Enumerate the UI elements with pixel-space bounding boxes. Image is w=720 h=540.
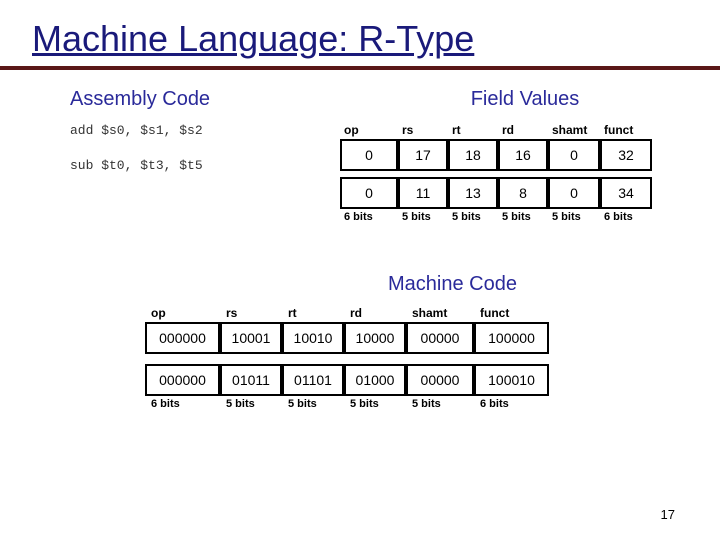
mc-row-2: 000000 01011 01101 01000 00000 100010	[145, 364, 549, 396]
assembly-column: Assembly Code add $s0, $s1, $s2 sub $t0,…	[70, 88, 300, 173]
bits-shamt: 5 bits	[548, 211, 600, 223]
mc-header-rd: rd	[344, 306, 406, 320]
mc-header-rs: rs	[220, 306, 282, 320]
cell-op: 0	[340, 177, 398, 209]
mc-cell-rd: 01000	[344, 364, 406, 396]
field-row-1: 0 17 18 16 0 32	[340, 139, 652, 171]
assembly-listing: add $s0, $s1, $s2 sub $t0, $t3, $t5	[70, 123, 300, 173]
mc-cell-funct: 100010	[474, 364, 549, 396]
machine-code-headers: op rs rt rd shamt funct	[145, 306, 670, 320]
machine-code-label: Machine Code	[235, 273, 670, 296]
field-header-funct: funct	[600, 123, 652, 137]
field-headers: op rs rt rd shamt funct	[340, 123, 670, 137]
mc-cell-rt: 01101	[282, 364, 344, 396]
bits-op: 6 bits	[340, 211, 398, 223]
mc-row-1: 000000 10001 10010 10000 00000 100000	[145, 322, 549, 354]
mc-cell-rt: 10010	[282, 322, 344, 354]
machine-code-section: Machine Code op rs rt rd shamt funct 000…	[145, 273, 670, 410]
mc-cell-rs: 10001	[220, 322, 282, 354]
cell-funct: 34	[600, 177, 652, 209]
field-header-op: op	[340, 123, 398, 137]
mc-bits-rd: 5 bits	[344, 398, 406, 410]
assembly-row-1: add $s0, $s1, $s2	[70, 123, 300, 138]
bits-rd: 5 bits	[498, 211, 548, 223]
field-values-label: Field Values	[380, 88, 670, 111]
bits-rt: 5 bits	[448, 211, 498, 223]
assembly-code-label: Assembly Code	[70, 88, 300, 111]
cell-rd: 16	[498, 139, 548, 171]
cell-shamt: 0	[548, 139, 600, 171]
title-divider	[0, 66, 720, 70]
field-values-column: Field Values op rs rt rd shamt funct 0 1…	[340, 88, 670, 223]
bits-funct: 6 bits	[600, 211, 652, 223]
cell-funct: 32	[600, 139, 652, 171]
mc-header-funct: funct	[474, 306, 549, 320]
mc-cell-shamt: 00000	[406, 322, 474, 354]
cell-rs: 17	[398, 139, 448, 171]
assembly-row-2: sub $t0, $t3, $t5	[70, 158, 300, 173]
field-header-rt: rt	[448, 123, 498, 137]
mc-cell-op: 000000	[145, 364, 220, 396]
field-row-2: 0 11 13 8 0 34	[340, 177, 652, 209]
mc-bits-funct: 6 bits	[474, 398, 549, 410]
page-number: 17	[661, 507, 675, 522]
bits-rs: 5 bits	[398, 211, 448, 223]
field-header-rd: rd	[498, 123, 548, 137]
machine-code-bit-widths: 6 bits 5 bits 5 bits 5 bits 5 bits 6 bit…	[145, 398, 670, 410]
cell-op: 0	[340, 139, 398, 171]
field-bit-widths: 6 bits 5 bits 5 bits 5 bits 5 bits 6 bit…	[340, 211, 670, 223]
content-area: Assembly Code add $s0, $s1, $s2 sub $t0,…	[0, 88, 720, 410]
cell-rs: 11	[398, 177, 448, 209]
mc-cell-funct: 100000	[474, 322, 549, 354]
mc-cell-op: 000000	[145, 322, 220, 354]
mc-bits-rs: 5 bits	[220, 398, 282, 410]
field-values-table: 0 17 18 16 0 32 0 11 13 8 0 34	[340, 139, 652, 209]
mc-bits-rt: 5 bits	[282, 398, 344, 410]
mc-bits-shamt: 5 bits	[406, 398, 474, 410]
cell-rd: 8	[498, 177, 548, 209]
mc-header-op: op	[145, 306, 220, 320]
machine-code-table: 000000 10001 10010 10000 00000 100000 00…	[145, 322, 549, 396]
mc-header-rt: rt	[282, 306, 344, 320]
field-header-shamt: shamt	[548, 123, 600, 137]
cell-rt: 13	[448, 177, 498, 209]
field-header-rs: rs	[398, 123, 448, 137]
page-title: Machine Language: R-Type	[0, 0, 720, 66]
cell-rt: 18	[448, 139, 498, 171]
mc-cell-rs: 01011	[220, 364, 282, 396]
mc-cell-rd: 10000	[344, 322, 406, 354]
cell-shamt: 0	[548, 177, 600, 209]
mc-cell-shamt: 00000	[406, 364, 474, 396]
mc-bits-op: 6 bits	[145, 398, 220, 410]
mc-header-shamt: shamt	[406, 306, 474, 320]
top-section: Assembly Code add $s0, $s1, $s2 sub $t0,…	[70, 88, 670, 223]
